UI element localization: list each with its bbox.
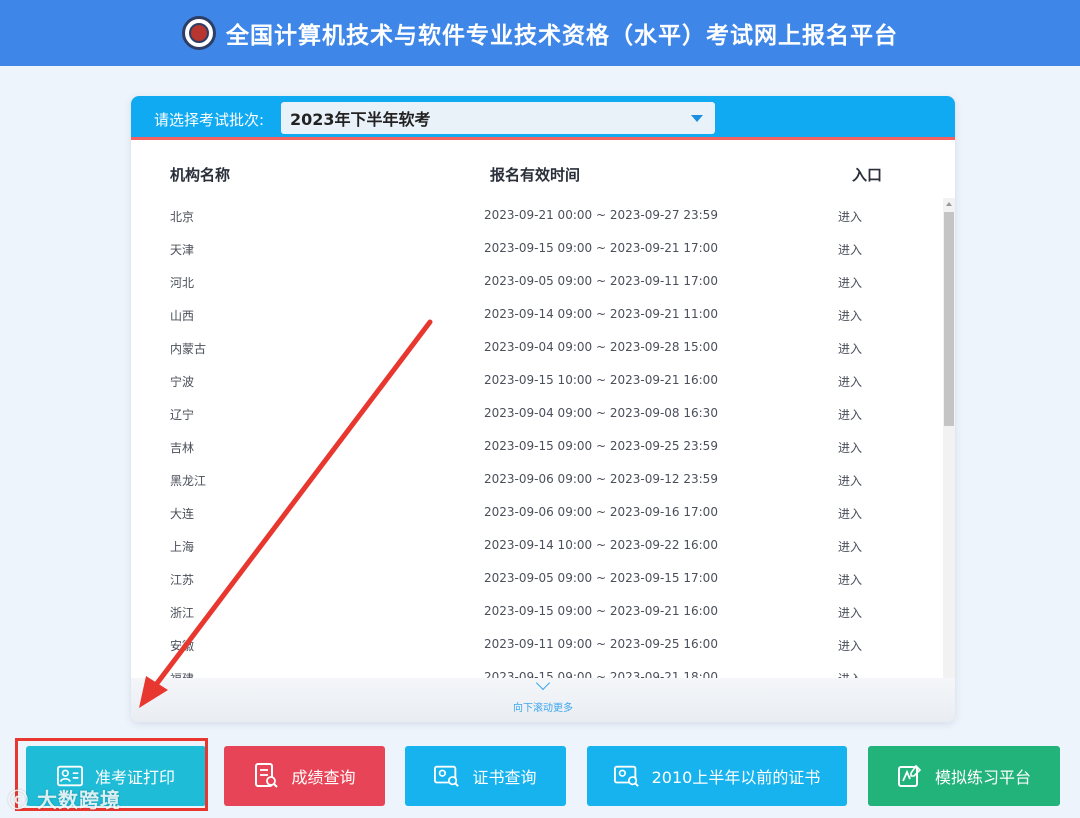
registration-period: 2023-09-04 09:00 ~ 2023-09-08 16:30 (484, 406, 718, 420)
registration-table[interactable]: 北京 2023-09-21 00:00 ~ 2023-09-27 23:59 进入天… (131, 198, 943, 678)
registration-period: 2023-09-15 09:00 ~ 2023-09-21 18:00 (484, 670, 718, 678)
table-row: 大连 2023-09-06 09:00 ~ 2023-09-16 17:00 进入 (131, 495, 943, 528)
practice-platform-label: 模拟练习平台 (934, 768, 1031, 787)
enter-link[interactable]: 进入 (838, 505, 862, 522)
edit-document-icon (897, 764, 923, 788)
table-row: 北京 2023-09-21 00:00 ~ 2023-09-27 23:59 进入 (131, 198, 943, 231)
watermark-text: 大数跨境 (36, 788, 121, 812)
org-name: 上海 (170, 540, 195, 554)
exam-batch-label: 请选择考试批次: (154, 111, 265, 129)
registration-period: 2023-09-05 09:00 ~ 2023-09-11 17:00 (484, 274, 718, 288)
table-row: 宁波 2023-09-15 10:00 ~ 2023-09-21 16:00 进入 (131, 363, 943, 396)
table-row: 上海 2023-09-14 10:00 ~ 2023-09-22 16:00 进入 (131, 528, 943, 561)
org-name: 安徽 (170, 639, 195, 653)
table-row: 江苏 2023-09-05 09:00 ~ 2023-09-15 17:00 进入 (131, 561, 943, 594)
registration-period: 2023-09-14 09:00 ~ 2023-09-21 11:00 (484, 307, 718, 321)
table-row: 安徽 2023-09-11 09:00 ~ 2023-09-25 16:00 进入 (131, 627, 943, 660)
org-name: 吉林 (170, 441, 195, 455)
document-search-icon (253, 763, 279, 788)
certificate-search-icon (434, 764, 460, 788)
org-name: 大连 (170, 507, 195, 521)
table-row: 河北 2023-09-05 09:00 ~ 2023-09-11 17:00 进入 (131, 264, 943, 297)
org-name: 天津 (170, 243, 195, 257)
org-name: 内蒙古 (170, 342, 207, 356)
enter-link[interactable]: 进入 (838, 307, 862, 324)
org-name: 山西 (170, 309, 195, 323)
enter-link[interactable]: 进入 (838, 472, 862, 489)
registration-period: 2023-09-06 09:00 ~ 2023-09-16 17:00 (484, 505, 718, 519)
logo-icon (182, 16, 216, 50)
scroll-more-area: 向下滚动更多 (131, 675, 955, 722)
org-name: 北京 (170, 210, 195, 224)
enter-link[interactable]: 进入 (838, 373, 862, 390)
registration-period: 2023-09-15 09:00 ~ 2023-09-25 23:59 (484, 439, 718, 453)
table-row: 天津 2023-09-15 09:00 ~ 2023-09-21 17:00 进入 (131, 231, 943, 264)
chevron-down-icon (691, 115, 703, 122)
org-name: 江苏 (170, 573, 195, 587)
table-row: 浙江 2023-09-15 09:00 ~ 2023-09-21 16:00 进入 (131, 594, 943, 627)
enter-link[interactable]: 进入 (838, 571, 862, 588)
pre-2010-certificate-button[interactable]: 2010上半年以前的证书 (587, 746, 847, 806)
watermark-logo-icon: ⓒ (8, 788, 29, 812)
enter-link[interactable]: 进入 (838, 274, 862, 291)
table-row: 黑龙江 2023-09-06 09:00 ~ 2023-09-12 23:59 进入 (131, 462, 943, 495)
watermark: ⓒ 大数跨境 (8, 784, 121, 813)
enter-link[interactable]: 进入 (838, 637, 862, 654)
org-name: 福建 (170, 670, 194, 678)
exam-batch-value: 2023年下半年软考 (290, 110, 431, 129)
chevron-down-icon (535, 675, 551, 691)
enter-link[interactable]: 进入 (838, 241, 862, 258)
registration-period: 2023-09-04 09:00 ~ 2023-09-28 15:00 (484, 340, 718, 354)
registration-period: 2023-09-21 00:00 ~ 2023-09-27 23:59 (484, 208, 718, 222)
enter-link[interactable]: 进入 (838, 208, 862, 225)
org-name: 浙江 (170, 606, 195, 620)
scroll-thumb[interactable] (944, 212, 954, 426)
table-row: 福建 2023-09-15 09:00 ~ 2023-09-21 18:00 进入 (131, 660, 943, 678)
registration-period: 2023-09-11 09:00 ~ 2023-09-25 16:00 (484, 637, 718, 651)
column-header-entry: 入口 (852, 166, 883, 184)
enter-link[interactable]: 进入 (838, 439, 862, 456)
column-header-time: 报名有效时间 (490, 166, 581, 184)
practice-platform-button[interactable]: 模拟练习平台 (868, 746, 1060, 806)
scroll-more-hint: 向下滚动更多 (513, 703, 573, 714)
registration-period: 2023-09-06 09:00 ~ 2023-09-12 23:59 (484, 472, 718, 486)
table-scrollbar[interactable] (943, 198, 955, 678)
certificate-search-icon (613, 764, 640, 788)
score-query-label: 成绩查询 (291, 768, 356, 787)
certificate-query-label: 证书查询 (472, 768, 537, 787)
table-row: 辽宁 2023-09-04 09:00 ~ 2023-09-08 16:30 进入 (131, 396, 943, 429)
column-header-org: 机构名称 (170, 166, 231, 184)
certificate-query-button[interactable]: 证书查询 (405, 746, 566, 806)
org-name: 黑龙江 (170, 474, 207, 488)
table-row: 山西 2023-09-14 09:00 ~ 2023-09-21 11:00 进入 (131, 297, 943, 330)
enter-link[interactable]: 进入 (838, 340, 862, 357)
registration-period: 2023-09-15 09:00 ~ 2023-09-21 17:00 (484, 241, 718, 255)
enter-link[interactable]: 进入 (838, 604, 862, 621)
exam-batch-bar: 请选择考试批次: 2023年下半年软考 (131, 96, 955, 140)
org-name: 河北 (170, 276, 195, 290)
registration-period: 2023-09-14 10:00 ~ 2023-09-22 16:00 (484, 538, 718, 552)
scroll-up-icon[interactable] (946, 202, 952, 206)
exam-registration-card: 请选择考试批次: 2023年下半年软考 机构名称 报名有效时间 入口 北京 202… (131, 96, 955, 722)
pre-2010-certificate-label: 2010上半年以前的证书 (651, 768, 821, 787)
header-bar: 全国计算机技术与软件专业技术资格（水平）考试网上报名平台 (0, 0, 1080, 66)
org-name: 宁波 (170, 375, 195, 389)
enter-link[interactable]: 进入 (838, 538, 862, 555)
registration-period: 2023-09-15 09:00 ~ 2023-09-21 16:00 (484, 604, 718, 618)
table-row: 吉林 2023-09-15 09:00 ~ 2023-09-25 23:59 进入 (131, 429, 943, 462)
registration-period: 2023-09-15 10:00 ~ 2023-09-21 16:00 (484, 373, 718, 387)
exam-batch-select[interactable]: 2023年下半年软考 (281, 102, 715, 134)
score-query-button[interactable]: 成绩查询 (224, 746, 385, 806)
registration-period: 2023-09-05 09:00 ~ 2023-09-15 17:00 (484, 571, 718, 585)
page-title: 全国计算机技术与软件专业技术资格（水平）考试网上报名平台 (226, 23, 898, 49)
org-name: 辽宁 (170, 408, 195, 422)
enter-link[interactable]: 进入 (838, 406, 862, 423)
table-row: 内蒙古 2023-09-04 09:00 ~ 2023-09-28 15:00 进入 (131, 330, 943, 363)
enter-link[interactable]: 进入 (838, 670, 862, 678)
